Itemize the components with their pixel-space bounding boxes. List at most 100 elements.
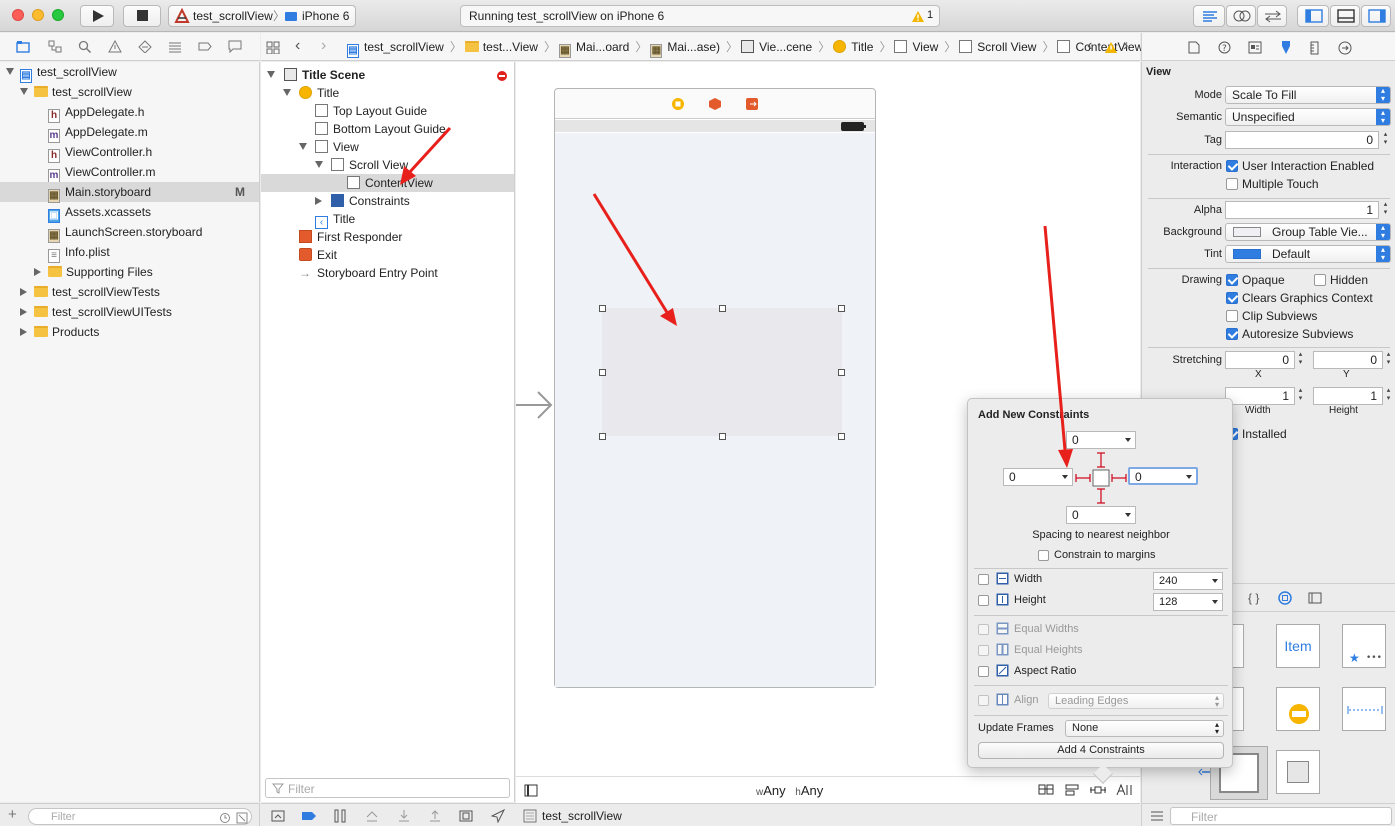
close-window-button[interactable] (12, 9, 24, 21)
disclosure-triangle-icon[interactable] (20, 322, 33, 342)
stretch-width-stepper[interactable]: ▴ ▾ (1296, 387, 1305, 405)
code-snippet-icon[interactable]: { } (1248, 591, 1259, 605)
assistant-editor-button[interactable] (1226, 5, 1256, 27)
stretch-y-stepper[interactable]: ▴ ▾ (1384, 351, 1393, 369)
location-icon[interactable] (491, 809, 505, 823)
navigator-toggle[interactable] (1297, 5, 1329, 27)
navigator-item[interactable]: Products (0, 322, 259, 342)
library-item-container-view[interactable] (1276, 750, 1320, 794)
library-item-search-display[interactable] (1276, 687, 1320, 731)
find-navigator-icon[interactable] (78, 40, 92, 53)
clock-icon[interactable] (219, 812, 231, 824)
outline-item[interactable]: → Storyboard Entry Point (261, 264, 514, 282)
step-in-icon[interactable] (397, 809, 411, 823)
tag-stepper[interactable]: ▴ ▾ (1381, 131, 1390, 149)
breadcrumb-item[interactable]: ContentView (1057, 40, 1143, 54)
opaque-checkbox[interactable] (1226, 274, 1238, 286)
debug-toggle[interactable] (1330, 5, 1360, 27)
tint-select[interactable]: Default ▴ ▾ (1225, 245, 1391, 263)
next-issue-button[interactable]: › (1123, 37, 1128, 55)
disclosure-triangle-icon[interactable] (20, 82, 34, 102)
height-value-field[interactable]: 128 (1153, 593, 1223, 611)
right-spacing-field[interactable]: 0 (1128, 467, 1198, 485)
stretch-width-field[interactable]: 1 (1225, 387, 1295, 405)
previous-issue-button[interactable]: ‹ (1087, 37, 1092, 55)
debug-navigator-icon[interactable] (168, 40, 182, 53)
tag-field[interactable]: 0 (1225, 131, 1379, 149)
breadcrumb-item[interactable]: test...View (464, 40, 538, 54)
stretch-y-field[interactable]: 0 (1313, 351, 1383, 369)
first-responder-icon[interactable] (708, 97, 722, 111)
test-navigator-icon[interactable] (138, 40, 152, 53)
breadcrumb-item[interactable]: View (894, 40, 938, 54)
resolve-issues-icon[interactable] (1116, 783, 1132, 797)
scm-filter-icon[interactable] (236, 812, 248, 824)
clears-graphics-checkbox[interactable] (1226, 292, 1238, 304)
step-out-icon[interactable] (428, 809, 442, 823)
width-checkbox[interactable] (978, 574, 989, 585)
resize-handle[interactable] (599, 305, 606, 312)
navigator-item[interactable]: m AppDelegate.m (0, 122, 259, 143)
related-items-icon[interactable] (266, 41, 280, 54)
file-inspector-icon[interactable] (1188, 41, 1200, 54)
back-button[interactable]: ‹ (295, 37, 300, 55)
equal-heights-checkbox[interactable] (978, 645, 989, 656)
resize-handle[interactable] (838, 433, 845, 440)
disclosure-triangle-icon[interactable] (315, 156, 329, 174)
navigator-item[interactable]: ▦ Main.storyboard M (0, 182, 259, 203)
equal-widths-checkbox[interactable] (978, 624, 989, 635)
outline-item[interactable]: Top Layout Guide (261, 102, 514, 120)
outline-item[interactable]: Title Scene (261, 66, 514, 84)
breadcrumb-item[interactable]: Vie...cene (741, 40, 812, 54)
attributes-inspector-icon[interactable] (1279, 40, 1293, 55)
identity-inspector-icon[interactable] (1248, 41, 1262, 54)
list-view-icon[interactable] (1150, 810, 1164, 822)
outline-item[interactable]: Scroll View (261, 156, 514, 174)
add-constraints-button[interactable]: Add 4 Constraints (978, 742, 1224, 759)
breakpoint-navigator-icon[interactable] (198, 40, 212, 53)
error-icon[interactable] (496, 70, 508, 82)
pin-icon[interactable] (1090, 783, 1106, 797)
forward-button[interactable]: › (321, 37, 326, 55)
breakpoints-toggle-icon[interactable] (301, 810, 317, 822)
autoresize-checkbox[interactable] (1226, 328, 1238, 340)
stretch-x-stepper[interactable]: ▴ ▾ (1296, 351, 1305, 369)
left-spacing-field[interactable]: 0 (1003, 468, 1073, 486)
stop-button[interactable] (123, 5, 161, 27)
outline-toggle-icon[interactable] (524, 784, 538, 797)
navigator-item[interactable]: h ViewController.h (0, 142, 259, 163)
navigator-item[interactable]: ▣ Assets.xcassets (0, 202, 259, 223)
disclosure-triangle-icon[interactable] (20, 302, 33, 322)
outline-item[interactable]: Title (261, 84, 514, 102)
jumpbar-warning-icon[interactable] (1104, 41, 1118, 54)
breadcrumb-item[interactable]: Title (833, 40, 873, 54)
stack-icon[interactable] (1038, 783, 1054, 797)
constraint-pin-diagram[interactable] (1073, 451, 1129, 505)
entry-point-arrow-icon[interactable] (516, 388, 556, 422)
hidden-checkbox[interactable] (1314, 274, 1326, 286)
view-controller-scene[interactable] (554, 88, 876, 688)
view-debugger-icon[interactable] (459, 809, 473, 823)
breadcrumb-item[interactable]: ▦ Mai...oard (558, 40, 629, 58)
add-icon[interactable]: + (8, 806, 17, 823)
run-button[interactable] (80, 5, 114, 27)
outline-item[interactable]: Constraints (261, 192, 514, 210)
outline-item[interactable]: View (261, 138, 514, 156)
quick-help-icon[interactable]: ? (1218, 41, 1231, 54)
navigator-item[interactable]: m ViewController.m (0, 162, 259, 183)
navigator-item[interactable]: Supporting Files (0, 262, 259, 282)
navigator-item[interactable]: ▤ test_scrollView (0, 62, 259, 83)
navigator-item[interactable]: ▦ LaunchScreen.storyboard (0, 222, 259, 243)
zoom-window-button[interactable] (52, 9, 64, 21)
align-checkbox[interactable] (978, 695, 989, 706)
warning-icon[interactable] (911, 10, 925, 23)
resize-handle[interactable] (719, 305, 726, 312)
disclosure-triangle-icon[interactable] (283, 84, 297, 102)
hide-debug-icon[interactable] (271, 810, 285, 822)
update-frames-select[interactable]: None ▴ ▾ (1065, 720, 1224, 737)
disclosure-triangle-icon[interactable] (20, 282, 33, 302)
scheme-selector[interactable]: test_scrollView 〉 iPhone 6 (168, 5, 356, 27)
view-controller-icon[interactable] (671, 97, 685, 111)
resize-handle[interactable] (838, 305, 845, 312)
mode-select[interactable]: Scale To Fill ▴ ▾ (1225, 86, 1391, 104)
